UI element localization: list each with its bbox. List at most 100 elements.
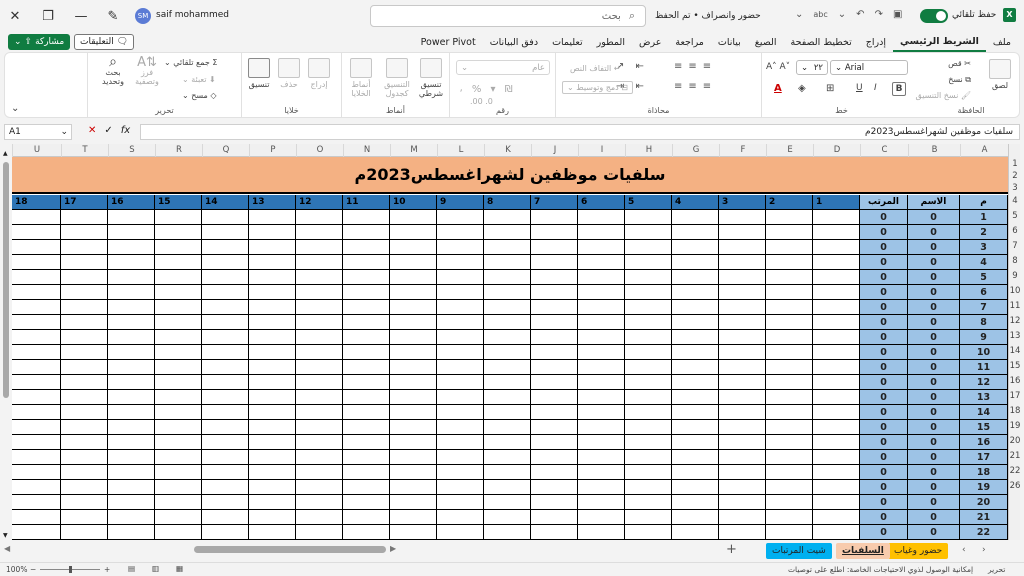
- cell-day[interactable]: [437, 270, 484, 285]
- row-header[interactable]: 22: [1009, 466, 1020, 476]
- cell-day[interactable]: [390, 450, 437, 465]
- cell-day[interactable]: [12, 405, 61, 420]
- accessibility-status[interactable]: إمكانية الوصول لذوي الاحتياجات الخاصة: ا…: [788, 565, 973, 574]
- cell-day[interactable]: [390, 255, 437, 270]
- row-header[interactable]: 1: [1009, 159, 1020, 169]
- cell-day[interactable]: [625, 285, 672, 300]
- cell-day[interactable]: [437, 495, 484, 510]
- cell-day[interactable]: [531, 525, 578, 540]
- cell-salary[interactable]: 0: [860, 495, 908, 510]
- cell-day[interactable]: [484, 450, 531, 465]
- cell-day[interactable]: [343, 270, 390, 285]
- wrap-text-button[interactable]: التفاف النص ↵: [570, 64, 621, 73]
- cell-day[interactable]: [578, 510, 625, 525]
- cell-num[interactable]: 22: [960, 525, 1008, 540]
- cell-day[interactable]: [108, 435, 155, 450]
- cell-day[interactable]: [12, 270, 61, 285]
- cell-num[interactable]: 21: [960, 510, 1008, 525]
- cell-day[interactable]: [672, 330, 719, 345]
- sheet-tab[interactable]: السلفيات: [836, 543, 890, 559]
- cell-day[interactable]: [296, 345, 343, 360]
- cell-day[interactable]: [296, 225, 343, 240]
- cell-name[interactable]: 0: [908, 255, 960, 270]
- cell-day[interactable]: [202, 390, 249, 405]
- cell-name[interactable]: 0: [908, 270, 960, 285]
- cell-day[interactable]: [296, 255, 343, 270]
- cell-day[interactable]: [155, 450, 202, 465]
- cell-day[interactable]: [484, 390, 531, 405]
- cell-day[interactable]: [437, 300, 484, 315]
- cell-day[interactable]: [202, 345, 249, 360]
- cell-salary[interactable]: 0: [860, 255, 908, 270]
- cell-day[interactable]: [719, 450, 766, 465]
- cell-day[interactable]: [578, 360, 625, 375]
- fill-button[interactable]: ⌄ تعبئة ⬇: [182, 75, 216, 84]
- cell-day[interactable]: [296, 330, 343, 345]
- cell-day[interactable]: [12, 315, 61, 330]
- cell-day[interactable]: [343, 465, 390, 480]
- cell-day[interactable]: [437, 345, 484, 360]
- redo-icon[interactable]: ↷: [875, 9, 883, 20]
- cell-day[interactable]: [343, 225, 390, 240]
- row-header[interactable]: 15: [1009, 361, 1020, 371]
- cell-name[interactable]: 0: [908, 435, 960, 450]
- cell-day[interactable]: [343, 345, 390, 360]
- cell-day[interactable]: [484, 420, 531, 435]
- cell-day[interactable]: [437, 480, 484, 495]
- cell-day[interactable]: [61, 360, 108, 375]
- cell-day[interactable]: [343, 330, 390, 345]
- cell-day[interactable]: [766, 270, 813, 285]
- cell-day[interactable]: [390, 300, 437, 315]
- cell-day[interactable]: [719, 405, 766, 420]
- cut-button[interactable]: قص ✂: [948, 59, 971, 68]
- cell-day[interactable]: [249, 405, 296, 420]
- cell-day[interactable]: [484, 270, 531, 285]
- cell-day[interactable]: [296, 300, 343, 315]
- cell-day[interactable]: [155, 240, 202, 255]
- cell-day[interactable]: [484, 435, 531, 450]
- cell-day[interactable]: [813, 315, 860, 330]
- cell-day[interactable]: [437, 315, 484, 330]
- cell-day[interactable]: [343, 405, 390, 420]
- cell-day[interactable]: [484, 345, 531, 360]
- cell-day[interactable]: [766, 405, 813, 420]
- cell-day[interactable]: [484, 240, 531, 255]
- cell-day[interactable]: [437, 375, 484, 390]
- cell-day[interactable]: [484, 495, 531, 510]
- cell-day[interactable]: [813, 480, 860, 495]
- cell-day[interactable]: [719, 345, 766, 360]
- cell-day[interactable]: [437, 405, 484, 420]
- cell-day[interactable]: [61, 300, 108, 315]
- row-header[interactable]: 8: [1009, 256, 1020, 266]
- cell-day[interactable]: [296, 210, 343, 225]
- cell-name[interactable]: 0: [908, 405, 960, 420]
- cell-salary[interactable]: 0: [860, 510, 908, 525]
- cell-salary[interactable]: 0: [860, 285, 908, 300]
- cell-day[interactable]: [202, 510, 249, 525]
- cell-day[interactable]: [578, 255, 625, 270]
- cell-day[interactable]: [61, 210, 108, 225]
- cell-salary[interactable]: 0: [860, 210, 908, 225]
- cell-num[interactable]: 20: [960, 495, 1008, 510]
- share-button[interactable]: ⌄ ⇪ مشاركة: [8, 34, 71, 50]
- cell-day[interactable]: [296, 270, 343, 285]
- cell-day[interactable]: [672, 375, 719, 390]
- cell-day[interactable]: [390, 345, 437, 360]
- cell-day[interactable]: [484, 225, 531, 240]
- cell-day[interactable]: [578, 435, 625, 450]
- cell-day[interactable]: [625, 390, 672, 405]
- currency-percent-icon[interactable]: ⸴ % ▾ ₪: [460, 81, 516, 95]
- cell-day[interactable]: [531, 225, 578, 240]
- cell-day[interactable]: [531, 210, 578, 225]
- header-day[interactable]: 13: [249, 195, 296, 210]
- cell-name[interactable]: 0: [908, 210, 960, 225]
- font-name-select[interactable]: ⌄ Arial: [830, 60, 908, 75]
- cell-day[interactable]: [108, 255, 155, 270]
- cell-day[interactable]: [766, 450, 813, 465]
- cell-salary[interactable]: 0: [860, 405, 908, 420]
- cell-day[interactable]: [296, 525, 343, 540]
- cell-day[interactable]: [155, 525, 202, 540]
- tab-item[interactable]: ملف: [986, 32, 1018, 52]
- cell-day[interactable]: [249, 300, 296, 315]
- row-header[interactable]: 21: [1009, 451, 1020, 461]
